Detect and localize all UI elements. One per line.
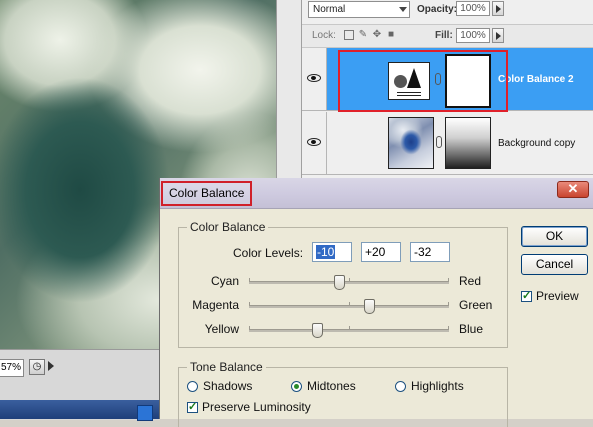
slider-track[interactable] [249, 323, 449, 338]
opacity-field[interactable]: 100% [456, 1, 490, 16]
radio-midtones[interactable]: Midtones [291, 379, 356, 393]
slider-row-magenta-green: Magenta Green [179, 296, 509, 316]
preview-label: Preview [536, 289, 579, 303]
highlight-annotation-frame [338, 50, 508, 112]
checkbox-label: Preserve Luminosity [202, 400, 311, 414]
slider-thumb[interactable] [333, 275, 345, 290]
layer-name: Background copy [498, 138, 576, 149]
color-balance-group: Color Balance Color Levels: -10 +20 -32 … [178, 220, 509, 348]
level-value: +20 [365, 245, 386, 259]
group-title: Color Balance [187, 220, 269, 234]
preserve-luminosity-option[interactable]: Preserve Luminosity [187, 400, 311, 414]
slider-track[interactable] [249, 275, 449, 290]
slider-right-label: Red [459, 274, 482, 288]
lock-move-icon[interactable]: ✥ [372, 30, 382, 40]
slider-thumb[interactable] [363, 299, 375, 314]
slider-left-label: Magenta [192, 298, 239, 312]
radio-shadows[interactable]: Shadows [187, 379, 252, 393]
slider-left-label: Yellow [204, 322, 239, 336]
radio-button[interactable] [395, 380, 406, 392]
lock-label: Lock: [312, 30, 336, 41]
chevron-down-icon [399, 7, 407, 12]
radio-highlights[interactable]: Highlights [395, 379, 464, 393]
blend-mode-value: Normal [313, 4, 346, 15]
level-field-yellow-blue[interactable]: -32 [410, 242, 450, 262]
slider-left-label: Cyan [210, 274, 239, 288]
level-value: -32 [414, 245, 432, 259]
eye-icon [307, 138, 321, 146]
zoom-level-field[interactable]: 57% [0, 359, 24, 377]
radio-label: Midtones [307, 379, 356, 393]
radio-button[interactable] [291, 380, 302, 392]
radio-label: Highlights [411, 379, 464, 393]
level-field-cyan-red[interactable]: -10 [312, 242, 352, 262]
layer-thumbnail[interactable] [388, 117, 434, 169]
visibility-toggle[interactable] [302, 48, 327, 110]
color-balance-dialog: Color Balance ✕ Color Balance Color Leve… [159, 178, 593, 427]
color-levels-label: Color Levels: [233, 246, 304, 260]
tone-balance-group: Tone Balance Shadows Midtones Highlights… [178, 360, 508, 427]
opacity-label: Opacity: [417, 4, 458, 15]
slider-right-label: Green [459, 298, 493, 312]
preview-option[interactable]: Preview [521, 289, 579, 303]
lock-paint-icon[interactable]: ✎ [358, 30, 368, 40]
dialog-title: Color Balance [161, 181, 253, 206]
close-button[interactable]: ✕ [557, 181, 589, 198]
lock-transparency-icon[interactable] [344, 30, 354, 40]
radio-label: Shadows [203, 379, 253, 393]
level-field-magenta-green[interactable]: +20 [361, 242, 401, 262]
slider-row-yellow-blue: Yellow Blue [179, 320, 509, 340]
status-info-icon[interactable]: ◷ [29, 359, 45, 375]
lock-all-icon[interactable]: ■ [386, 30, 396, 40]
visibility-toggle[interactable] [302, 112, 327, 174]
level-value: -10 [316, 245, 336, 259]
preview-checkbox[interactable] [521, 289, 532, 302]
slider-right-label: Blue [459, 322, 484, 336]
eye-icon [307, 74, 321, 82]
link-chain-icon[interactable] [436, 136, 442, 148]
ok-button[interactable]: OK [521, 226, 588, 247]
dialog-titlebar[interactable]: Color Balance ✕ [160, 178, 593, 209]
lock-row: Lock: ✎ ✥ ■ Fill: 100% [302, 24, 593, 48]
preserve-luminosity-checkbox[interactable] [187, 400, 198, 413]
radio-button[interactable] [187, 380, 198, 392]
slider-track[interactable] [249, 299, 449, 314]
slider-thumb[interactable] [311, 323, 323, 338]
slider-row-cyan-red: Cyan Red [179, 272, 509, 292]
fill-label: Fill: [435, 30, 453, 41]
fill-field[interactable]: 100% [456, 28, 490, 43]
group-title: Tone Balance [187, 360, 266, 374]
fill-arrow-icon[interactable] [492, 28, 504, 43]
blend-mode-select[interactable]: Normal [308, 1, 410, 18]
status-menu-arrow-icon[interactable] [48, 361, 54, 371]
layer-name: Color Balance 2 [498, 74, 574, 85]
opacity-arrow-icon[interactable] [492, 1, 504, 16]
layer-row-background-copy[interactable]: Background copy [302, 112, 593, 175]
layer-mask-thumbnail[interactable] [445, 117, 491, 169]
cancel-button[interactable]: Cancel [521, 254, 588, 275]
taskbar [0, 400, 160, 419]
